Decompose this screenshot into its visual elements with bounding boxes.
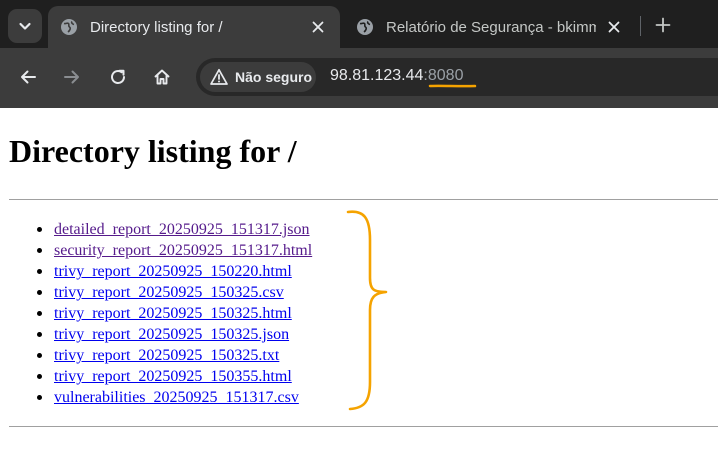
tab-title: Relatório de Segurança - bkimm bbox=[386, 18, 596, 36]
bullet-icon bbox=[37, 311, 42, 316]
list-item: security_report_20250925_151317.html bbox=[37, 240, 312, 261]
list-item: trivy_report_20250925_150325.json bbox=[37, 324, 312, 345]
file-link[interactable]: trivy_report_20250925_150325.csv bbox=[54, 284, 284, 301]
list-item: trivy_report_20250925_150220.html bbox=[37, 261, 312, 282]
page-title: Directory listing for / bbox=[9, 133, 297, 169]
close-tab-button[interactable] bbox=[308, 17, 328, 37]
tab-divider bbox=[640, 16, 641, 36]
file-link[interactable]: detailed_report_20250925_151317.json bbox=[54, 221, 310, 238]
list-item: trivy_report_20250925_150325.csv bbox=[37, 282, 312, 303]
list-item: trivy_report_20250925_150355.html bbox=[37, 366, 312, 387]
tab-title: Directory listing for / bbox=[90, 18, 223, 36]
tab-search-button[interactable] bbox=[8, 9, 42, 43]
globe-icon bbox=[61, 19, 77, 35]
arrow-left-icon bbox=[21, 70, 36, 84]
file-link[interactable]: trivy_report_20250925_150355.html bbox=[54, 368, 292, 385]
list-item: detailed_report_20250925_151317.json bbox=[37, 219, 312, 240]
url-host: 98.81.123.44 bbox=[330, 67, 424, 84]
bullet-icon bbox=[37, 395, 42, 400]
file-list: detailed_report_20250925_151317.jsonsecu… bbox=[37, 219, 312, 408]
horizontal-rule bbox=[9, 426, 718, 427]
forward-button[interactable] bbox=[58, 63, 86, 91]
bullet-icon bbox=[37, 248, 42, 253]
bullet-icon bbox=[37, 353, 42, 358]
file-link[interactable]: trivy_report_20250925_150325.json bbox=[54, 326, 289, 343]
file-link[interactable]: trivy_report_20250925_150220.html bbox=[54, 263, 292, 280]
security-label: Não seguro bbox=[235, 69, 313, 85]
reload-icon bbox=[111, 69, 125, 84]
horizontal-rule bbox=[9, 199, 718, 200]
bullet-icon bbox=[37, 374, 42, 379]
file-link[interactable]: vulnerabilities_20250925_151317.csv bbox=[54, 389, 299, 406]
reload-button[interactable] bbox=[104, 63, 132, 91]
file-link[interactable]: trivy_report_20250925_150325.html bbox=[54, 305, 292, 322]
new-tab-button[interactable] bbox=[650, 12, 676, 38]
tab-directory-listing[interactable]: Directory listing for / bbox=[48, 6, 340, 48]
url-port: :8080 bbox=[423, 67, 464, 84]
home-icon bbox=[154, 69, 170, 85]
back-button[interactable] bbox=[14, 63, 42, 91]
close-icon bbox=[608, 21, 620, 33]
list-item: vulnerabilities_20250925_151317.csv bbox=[37, 387, 312, 408]
plus-icon bbox=[655, 17, 671, 33]
address-bar[interactable]: Não seguro 98.81.123.44:8080 bbox=[196, 58, 718, 96]
globe-icon bbox=[357, 19, 373, 35]
close-tab-button[interactable] bbox=[604, 17, 624, 37]
bullet-icon bbox=[37, 332, 42, 337]
file-link[interactable]: security_report_20250925_151317.html bbox=[54, 242, 312, 259]
list-item: trivy_report_20250925_150325.html bbox=[37, 303, 312, 324]
close-icon bbox=[312, 21, 324, 33]
port-underline-annotation bbox=[428, 84, 477, 88]
home-button[interactable] bbox=[148, 63, 176, 91]
curly-brace-annotation bbox=[346, 210, 388, 411]
bullet-icon bbox=[37, 290, 42, 295]
warning-triangle-icon bbox=[210, 68, 228, 85]
bullet-icon bbox=[37, 227, 42, 232]
file-link[interactable]: trivy_report_20250925_150325.txt bbox=[54, 347, 279, 364]
tab-strip: Directory listing for / Relatório de Seg… bbox=[0, 0, 718, 48]
arrow-right-icon bbox=[64, 70, 79, 84]
tab-security-report[interactable]: Relatório de Segurança - bkimm bbox=[344, 6, 636, 48]
security-indicator[interactable]: Não seguro bbox=[200, 62, 316, 92]
bullet-icon bbox=[37, 269, 42, 274]
chevron-down-icon bbox=[19, 22, 31, 30]
navigation-toolbar: Não seguro 98.81.123.44:8080 bbox=[0, 48, 718, 108]
list-item: trivy_report_20250925_150325.txt bbox=[37, 345, 312, 366]
